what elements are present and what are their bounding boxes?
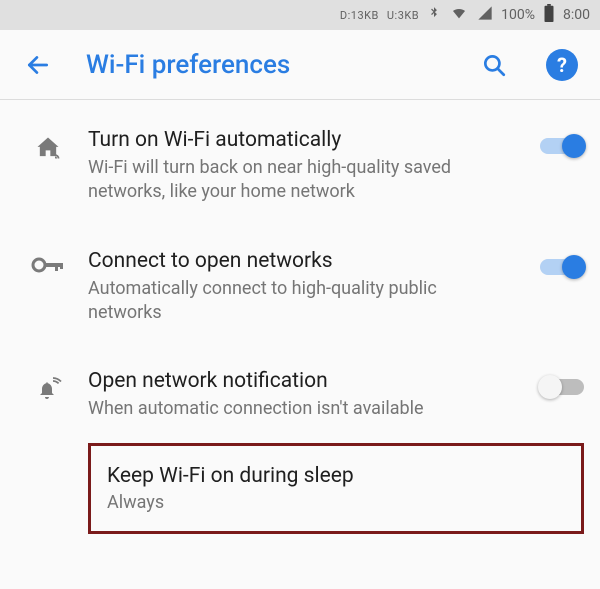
setting-keep-wifi-on-sleep[interactable]: Keep Wi-Fi on during sleep Always — [88, 443, 584, 534]
clock: 8:00 — [563, 7, 590, 23]
setting-title: Turn on Wi-Fi automatically — [88, 128, 508, 152]
net-down-speed: D:13KB — [340, 9, 379, 22]
home-icon — [34, 134, 62, 166]
battery-percent: 100% — [501, 7, 535, 23]
setting-desc: Wi-Fi will turn back on near high-qualit… — [88, 156, 508, 205]
back-button[interactable] — [18, 45, 58, 85]
settings-list: Turn on Wi-Fi automatically Wi-Fi will t… — [0, 100, 600, 534]
app-bar: Wi-Fi preferences ? — [0, 30, 600, 100]
status-bar: D:13KB U:3KB 100% 8:00 — [0, 0, 600, 30]
toggle-switch[interactable] — [540, 379, 584, 395]
search-button[interactable] — [474, 45, 514, 85]
setting-title: Connect to open networks — [88, 249, 508, 273]
toggle-switch[interactable] — [540, 259, 584, 275]
page-title: Wi-Fi preferences — [86, 50, 446, 80]
wifi-icon — [449, 5, 469, 25]
bell-wifi-icon — [33, 375, 63, 405]
help-icon: ? — [546, 49, 578, 81]
key-icon — [31, 255, 65, 279]
setting-title: Open network notification — [88, 369, 508, 393]
toggle-switch[interactable] — [540, 138, 584, 154]
help-button[interactable]: ? — [542, 45, 582, 85]
battery-icon — [543, 4, 555, 26]
setting-title: Keep Wi-Fi on during sleep — [107, 464, 565, 488]
setting-value: Always — [107, 492, 565, 513]
setting-open-network-notification[interactable]: Open network notification When automatic… — [0, 347, 600, 443]
setting-desc: When automatic connection isn't availabl… — [88, 397, 508, 421]
setting-connect-open-networks[interactable]: Connect to open networks Automatically c… — [0, 227, 600, 348]
bluetooth-icon — [427, 4, 441, 26]
net-up-speed: U:3KB — [387, 9, 419, 22]
setting-turn-on-wifi-auto[interactable]: Turn on Wi-Fi automatically Wi-Fi will t… — [0, 106, 600, 227]
setting-desc: Automatically connect to high-quality pu… — [88, 277, 508, 326]
signal-icon — [477, 5, 493, 25]
